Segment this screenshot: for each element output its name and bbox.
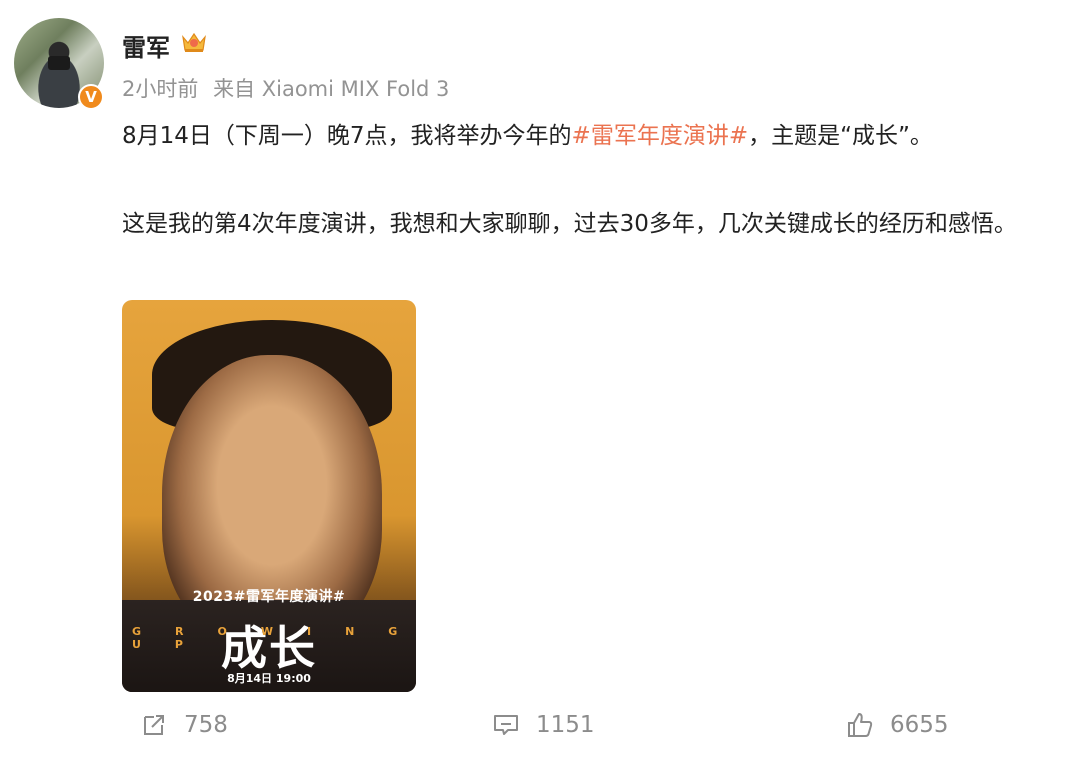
poster-event-line: 2023#雷军年度演讲# <box>192 589 346 605</box>
crown-icon <box>182 32 206 52</box>
post-image[interactable]: 2023#雷军年度演讲# 成长 GROWING UP 8月14日 19:00 <box>122 300 416 692</box>
poster-date: 8月14日 19:00 <box>227 672 311 685</box>
post-text-pre: 8月14日（下周一）晚7点，我将举办今年的 <box>122 123 572 149</box>
repost-count: 758 <box>184 712 228 738</box>
like-button[interactable]: 6655 <box>846 711 949 739</box>
verified-badge: V <box>78 84 104 110</box>
username[interactable]: 雷军 <box>122 28 170 63</box>
comment-button[interactable]: 1151 <box>492 711 595 739</box>
post-source: 来自 Xiaomi MIX Fold 3 <box>213 77 450 101</box>
comment-count: 1151 <box>536 712 595 738</box>
hashtag-link[interactable]: #雷军年度演讲# <box>572 123 749 149</box>
post-text-paragraph-1: 8月14日（下周一）晚7点，我将举办今年的#雷军年度演讲#，主题是“成长”。 <box>122 116 1072 156</box>
thumbs-up-icon <box>848 713 873 737</box>
post-time[interactable]: 2小时前 <box>122 77 198 101</box>
post-text-post: ，主题是“成长”。 <box>748 123 933 149</box>
share-icon <box>144 715 164 735</box>
comment-icon <box>494 715 518 735</box>
like-count: 6655 <box>890 712 949 738</box>
poster-subtitle: GROWING UP <box>132 625 416 651</box>
camera-graphic <box>48 56 70 70</box>
post-meta: 2小时前 来自 Xiaomi MIX Fold 3 <box>122 73 449 103</box>
post-text-paragraph-2: 这是我的第4次年度演讲，我想和大家聊聊，过去30多年，几次关键成长的经历和感悟。 <box>122 211 1017 237</box>
repost-button[interactable]: 758 <box>140 711 228 739</box>
